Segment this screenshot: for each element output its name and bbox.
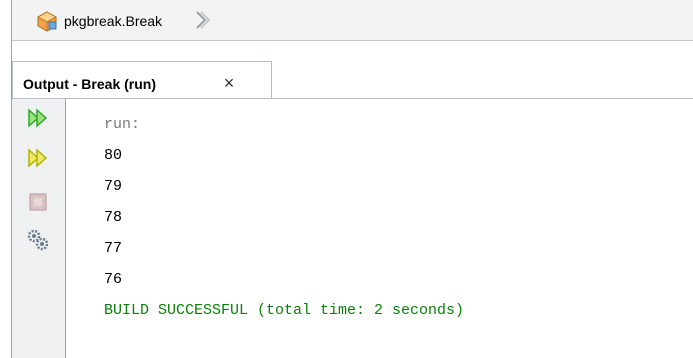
stop-icon [29,193,47,211]
stop-button[interactable] [21,185,55,219]
close-icon[interactable]: × [218,72,240,94]
rerun-with-options-button[interactable] [21,141,55,175]
output-tabbar: Output - Break (run) × [12,49,693,99]
tab-output-break-run[interactable]: Output - Break (run) × [12,61,272,99]
chevron-right-icon[interactable] [194,9,210,31]
settings-icon [27,229,49,251]
breadcrumb: pkgbreak.Break [12,0,693,41]
console-line: 78 [104,209,123,226]
rerun-with-options-icon [28,148,48,168]
output-console[interactable]: run: 80 79 78 77 76 BUILD SUCCESSFUL (to… [66,99,693,358]
console-line: run: [104,116,141,133]
rerun-icon [28,108,48,128]
tab-label: Output - Break (run) [23,76,156,92]
build-status-line: BUILD SUCCESSFUL (total time: 2 seconds) [104,302,465,319]
console-line: 77 [104,240,123,257]
window-edge [0,0,10,358]
output-toolbar [12,99,66,358]
ide-window: pkgbreak.Break Output - Break (run) × ru… [0,0,693,358]
class-cube-icon [37,11,57,32]
console-line: 79 [104,178,123,195]
rerun-button[interactable] [21,101,55,135]
console-line: 80 [104,147,123,164]
breadcrumb-path[interactable]: pkgbreak.Break [64,13,162,29]
console-line: 76 [104,271,123,288]
settings-button[interactable] [21,223,55,257]
